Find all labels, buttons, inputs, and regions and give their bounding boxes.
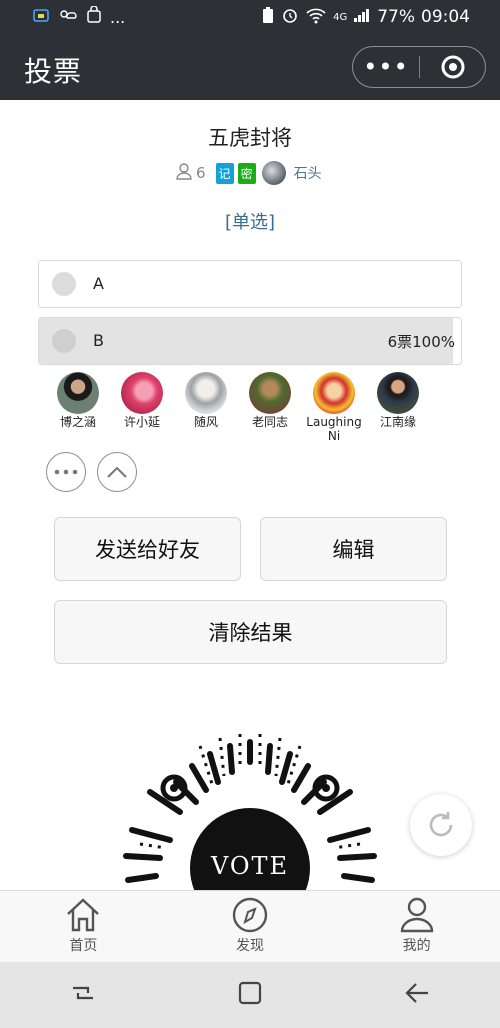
target-icon [441, 55, 464, 79]
home-button[interactable] [237, 980, 263, 1010]
voter-avatar [185, 372, 227, 414]
tab-label: 我的 [402, 938, 431, 954]
compass-icon [232, 897, 268, 933]
voter-item[interactable]: Laughing Ni [302, 372, 366, 443]
more-dots-icon [54, 469, 78, 475]
home-square-icon [238, 981, 262, 1005]
miniprogram-code: VOTE [110, 732, 390, 890]
miniprogram-code-pattern: VOTE [123, 734, 377, 890]
back-arrow-icon [405, 983, 428, 1003]
voter-item[interactable]: 老同志 [238, 372, 302, 443]
voter-item[interactable]: 随风 [174, 372, 238, 443]
voter-avatar [121, 372, 163, 414]
option-a[interactable]: A [38, 260, 462, 308]
more-options-button[interactable] [46, 452, 86, 492]
tab-home[interactable]: 首页 [0, 891, 167, 963]
back-button[interactable] [404, 980, 430, 1010]
status-overflow: ... [110, 7, 126, 27]
chevron-up-icon [107, 466, 127, 478]
option-label: A [93, 274, 104, 293]
vote-count: 6票 [387, 333, 413, 351]
voter-item[interactable]: 许小延 [110, 372, 174, 443]
participant-count: 6 [196, 164, 206, 182]
voter-avatar [57, 372, 99, 414]
voter-item[interactable]: 博之涵 [46, 372, 110, 443]
voter-avatar [313, 372, 355, 414]
notification-icon [32, 6, 50, 28]
battery-level: 77% [377, 7, 415, 27]
option-stat: 6票100% [388, 331, 455, 352]
creator-avatar[interactable] [261, 161, 286, 185]
poll-meta: 6 记 密 石头 [176, 160, 322, 186]
system-nav-bar [0, 962, 500, 1028]
clear-results-button[interactable]: 清除结果 [54, 600, 447, 664]
more-menu-button[interactable]: ••• [353, 47, 419, 87]
person-icon [400, 897, 433, 933]
participants-icon [176, 162, 192, 184]
recent-apps-button[interactable] [70, 980, 96, 1010]
miniprogram-code-label: VOTE [210, 852, 289, 880]
miniprogram-capsule: ••• [352, 46, 486, 88]
vote-percent: 100% [412, 333, 455, 351]
tab-discover[interactable]: 发现 [167, 891, 334, 963]
voter-name: 许小延 [123, 415, 160, 429]
recent-apps-icon [73, 986, 94, 1000]
send-to-friend-button[interactable]: 发送给好友 [54, 517, 241, 581]
tag-record: 记 [215, 162, 234, 184]
collapse-button[interactable] [97, 452, 137, 492]
option-b[interactable]: B 6票100% [38, 317, 462, 365]
voter-item[interactable]: 江南缘 [366, 372, 430, 443]
voter-name: 博之涵 [59, 415, 96, 429]
home-icon [67, 898, 100, 932]
voter-list: 博之涵 许小延 随风 老同志 Laughing Ni 江南缘 [46, 372, 430, 443]
edit-button[interactable]: 编辑 [260, 517, 447, 581]
poll-type: [单选] [224, 212, 276, 233]
clock: 09:04 [421, 7, 470, 27]
tag-secret: 密 [237, 162, 256, 184]
voter-name: 江南缘 [379, 415, 416, 429]
signal-icon [353, 7, 371, 28]
status-bar: ... 4G 77% 09:04 [0, 0, 500, 34]
option-label: B [93, 331, 104, 350]
network-type: 4G [333, 11, 348, 23]
tab-mine[interactable]: 我的 [333, 891, 500, 963]
creator-name[interactable]: 石头 [294, 163, 322, 183]
voter-name: 随风 [193, 415, 218, 429]
app-header: 投票 ••• [0, 34, 500, 100]
voter-avatar [377, 372, 419, 414]
tab-label: 发现 [236, 938, 264, 954]
bag-icon [86, 5, 102, 28]
page-title: 投票 [24, 55, 83, 88]
option-radio[interactable] [52, 329, 76, 353]
voter-name: 老同志 [251, 415, 288, 429]
voter-name: Laughing Ni [306, 415, 362, 443]
weather-icon [58, 6, 78, 28]
refresh-icon [429, 812, 453, 837]
tab-label: 首页 [69, 938, 98, 954]
tab-bar: 首页 发现 我的 [0, 890, 500, 963]
alarm-icon [281, 6, 299, 29]
wifi-icon [305, 6, 327, 29]
refresh-button[interactable] [410, 794, 472, 856]
poll-title: 五虎封将 [208, 126, 292, 150]
close-miniprogram-button[interactable] [420, 54, 485, 80]
battery-saver-icon [261, 6, 275, 29]
voter-avatar [249, 372, 291, 414]
option-radio[interactable] [52, 272, 76, 296]
